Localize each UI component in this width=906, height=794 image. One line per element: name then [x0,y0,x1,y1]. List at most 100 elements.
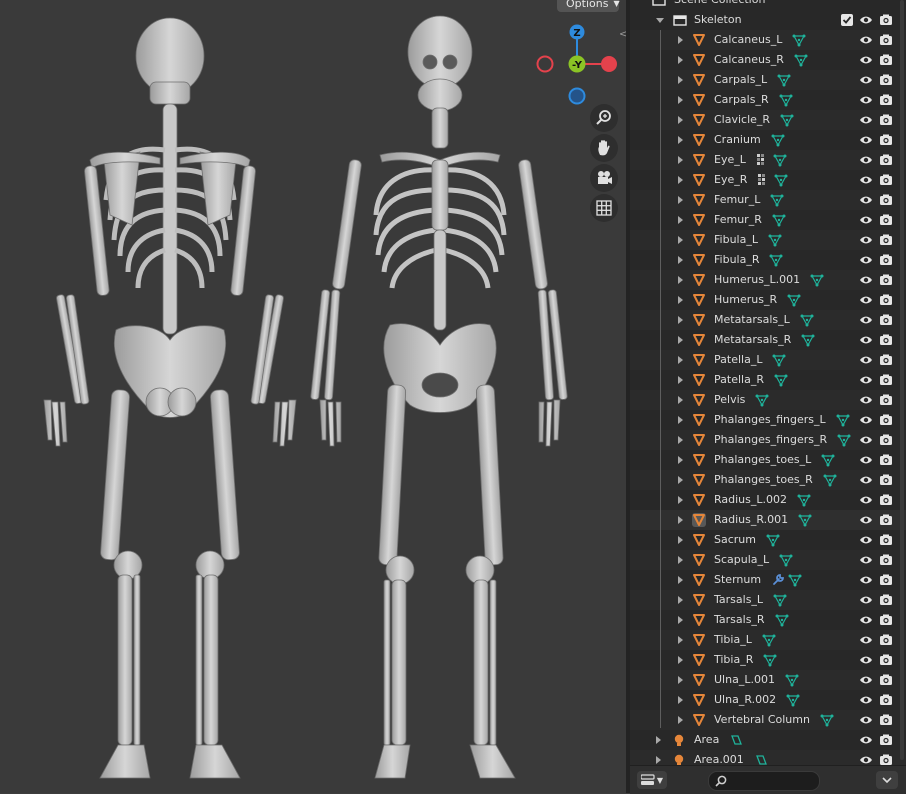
render-camera-icon[interactable] [879,353,893,367]
render-camera-icon[interactable] [879,393,893,407]
search-input[interactable] [731,773,813,789]
outliner-object-row[interactable]: Radius_R.001 [630,510,906,530]
outliner-light-row[interactable]: Area [630,730,906,750]
scene-collection-row[interactable]: Scene Collection [630,0,906,10]
disclosure-collapsed-icon[interactable] [678,416,683,424]
outliner-object-row[interactable]: Femur_R [630,210,906,230]
disclosure-collapsed-icon[interactable] [678,376,683,384]
outliner-object-row[interactable]: Pelvis [630,390,906,410]
sidebar-toggle-icon[interactable]: < [619,29,626,40]
outliner-object-row[interactable]: Humerus_R [630,290,906,310]
disclosure-collapsed-icon[interactable] [678,96,683,104]
outliner-object-row[interactable]: Ulna_L.001 [630,670,906,690]
render-camera-icon[interactable] [879,373,893,387]
visibility-eye-icon[interactable] [859,13,873,27]
visibility-eye-icon[interactable] [859,493,873,507]
outliner-object-row[interactable]: Clavicle_R [630,110,906,130]
outliner-object-row[interactable]: Femur_L [630,190,906,210]
visibility-eye-icon[interactable] [859,53,873,67]
outliner-object-row[interactable]: Metatarsals_L [630,310,906,330]
disclosure-collapsed-icon[interactable] [678,236,683,244]
outliner-object-row[interactable]: Fibula_R [630,250,906,270]
visibility-eye-icon[interactable] [859,733,873,747]
disclosure-collapsed-icon[interactable] [678,556,683,564]
outliner-scrollbar[interactable] [900,0,904,760]
disclosure-collapsed-icon[interactable] [678,276,683,284]
render-camera-icon[interactable] [879,753,893,765]
visibility-eye-icon[interactable] [859,593,873,607]
render-camera-icon[interactable] [879,53,893,67]
outliner-object-row[interactable]: Tarsals_L [630,590,906,610]
ortho-toggle-button[interactable] [590,194,618,222]
visibility-eye-icon[interactable] [859,73,873,87]
options-dropdown[interactable]: Options ▼ [557,0,620,12]
render-camera-icon[interactable] [879,113,893,127]
outliner-object-row[interactable]: Phalanges_fingers_L [630,410,906,430]
visibility-eye-icon[interactable] [859,213,873,227]
visibility-eye-icon[interactable] [859,113,873,127]
disclosure-collapsed-icon[interactable] [678,636,683,644]
zoom-button[interactable] [590,104,618,132]
render-camera-icon[interactable] [879,153,893,167]
render-camera-icon[interactable] [879,173,893,187]
outliner-object-row[interactable]: Phalanges_toes_L [630,450,906,470]
outliner-object-row[interactable]: Calcaneus_L [630,30,906,50]
visibility-eye-icon[interactable] [859,233,873,247]
render-camera-icon[interactable] [879,333,893,347]
outliner-object-row[interactable]: Scapula_L [630,550,906,570]
visibility-eye-icon[interactable] [859,33,873,47]
render-camera-icon[interactable] [879,733,893,747]
render-camera-icon[interactable] [879,573,893,587]
visibility-eye-icon[interactable] [859,533,873,547]
render-camera-icon[interactable] [879,593,893,607]
search-field[interactable] [708,771,820,791]
render-camera-icon[interactable] [879,133,893,147]
outliner-object-row[interactable]: Metatarsals_R [630,330,906,350]
outliner-light-row[interactable]: Area.001 [630,750,906,765]
filter-dropdown[interactable] [876,771,898,789]
visibility-eye-icon[interactable] [859,193,873,207]
visibility-eye-icon[interactable] [859,693,873,707]
visibility-eye-icon[interactable] [859,473,873,487]
visibility-eye-icon[interactable] [859,513,873,527]
outliner-object-row[interactable]: Radius_L.002 [630,490,906,510]
outliner-object-row[interactable]: Phalanges_fingers_R [630,430,906,450]
outliner-object-row[interactable]: Sternum [630,570,906,590]
collection-skeleton-row[interactable]: Skeleton [630,10,906,30]
outliner-object-row[interactable]: Patella_R [630,370,906,390]
outliner-object-row[interactable]: Fibula_L [630,230,906,250]
disclosure-collapsed-icon[interactable] [678,316,683,324]
visibility-eye-icon[interactable] [859,753,873,765]
render-camera-icon[interactable] [879,33,893,47]
render-camera-icon[interactable] [879,293,893,307]
render-camera-icon[interactable] [879,73,893,87]
outliner-object-row[interactable]: Vertebral Column [630,710,906,730]
disclosure-collapsed-icon[interactable] [678,576,683,584]
exclude-checkbox-icon[interactable] [840,13,854,27]
disclosure-collapsed-icon[interactable] [678,676,683,684]
outliner-object-row[interactable]: Ulna_R.002 [630,690,906,710]
render-camera-icon[interactable] [879,673,893,687]
outliner-object-row[interactable]: Cranium [630,130,906,150]
disclosure-collapsed-icon[interactable] [678,536,683,544]
disclosure-collapsed-icon[interactable] [678,436,683,444]
disclosure-collapsed-icon[interactable] [656,756,661,764]
render-camera-icon[interactable] [879,193,893,207]
disclosure-collapsed-icon[interactable] [678,176,683,184]
visibility-eye-icon[interactable] [859,633,873,647]
disclosure-collapsed-icon[interactable] [678,396,683,404]
render-camera-icon[interactable] [879,213,893,227]
visibility-eye-icon[interactable] [859,553,873,567]
outliner-object-row[interactable]: Sacrum [630,530,906,550]
disclosure-collapsed-icon[interactable] [678,336,683,344]
pan-button[interactable] [590,134,618,162]
render-camera-icon[interactable] [879,13,893,27]
visibility-eye-icon[interactable] [859,353,873,367]
render-camera-icon[interactable] [879,633,893,647]
outliner-object-row[interactable]: Humerus_L.001 [630,270,906,290]
disclosure-collapsed-icon[interactable] [678,656,683,664]
render-camera-icon[interactable] [879,413,893,427]
disclosure-expanded-icon[interactable] [656,18,664,23]
render-camera-icon[interactable] [879,273,893,287]
outliner-object-row[interactable]: Patella_L [630,350,906,370]
